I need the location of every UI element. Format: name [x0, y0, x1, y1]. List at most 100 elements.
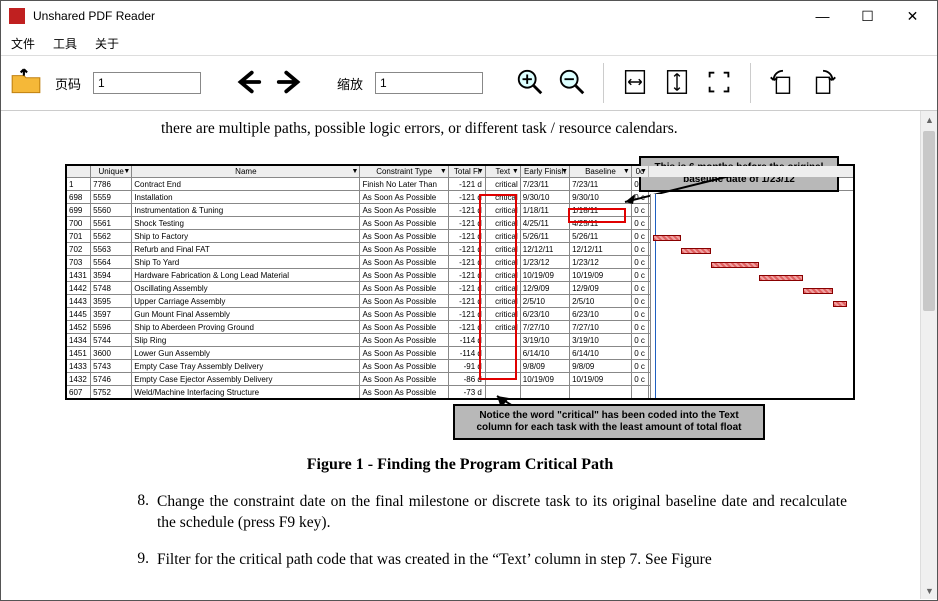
window-title: Unshared PDF Reader	[33, 9, 800, 23]
table-cell: Shock Testing	[132, 217, 360, 230]
gantt-chart-area	[650, 194, 853, 398]
table-cell: 5559	[91, 191, 132, 204]
table-cell: 0 c	[631, 217, 648, 230]
table-cell: 12/9/09	[520, 282, 569, 295]
menu-file[interactable]: 文件	[11, 35, 35, 52]
next-page-button[interactable]	[275, 67, 305, 100]
table-cell: As Soon As Possible	[360, 386, 448, 399]
vertical-scrollbar[interactable]: ▲ ▼	[920, 111, 937, 599]
table-cell: 7/23/11	[520, 178, 569, 191]
table-cell: Ship to Aberdeen Proving Ground	[132, 321, 360, 334]
scroll-down-button[interactable]: ▼	[921, 582, 937, 599]
table-cell: 0 c	[631, 334, 648, 347]
fit-height-button[interactable]	[662, 67, 692, 100]
table-cell	[631, 386, 648, 399]
open-file-button[interactable]	[9, 65, 43, 102]
gantt-bar	[711, 262, 759, 268]
rotate-right-button[interactable]	[809, 67, 839, 100]
table-cell: 0 c	[631, 256, 648, 269]
table-cell: critical	[485, 282, 520, 295]
table-cell: -121 d	[448, 204, 485, 217]
column-header[interactable]: Name▼	[132, 165, 360, 178]
fit-page-button[interactable]	[704, 67, 734, 100]
table-cell: 0 c	[631, 360, 648, 373]
prev-page-button[interactable]	[233, 67, 263, 100]
table-cell: -121 d	[448, 230, 485, 243]
table-cell	[485, 360, 520, 373]
table-cell: critical	[485, 308, 520, 321]
column-header[interactable]: Early Finish▼	[520, 165, 569, 178]
table-cell: 1434	[66, 334, 91, 347]
minimize-button[interactable]: —	[800, 2, 845, 30]
table-cell: 9/8/09	[520, 360, 569, 373]
page-input[interactable]	[93, 72, 201, 94]
scroll-up-button[interactable]: ▲	[921, 111, 937, 128]
column-header[interactable]	[66, 165, 91, 178]
table-cell: -121 d	[448, 282, 485, 295]
step-text: Filter for the critical path code that w…	[157, 550, 847, 571]
column-header[interactable]: Total Fl▼	[448, 165, 485, 178]
table-cell: 1/18/11	[520, 204, 569, 217]
table-cell: Installation	[132, 191, 360, 204]
document-viewport: there are multiple paths, possible logic…	[1, 111, 937, 599]
table-cell: Hardware Fabrication & Long Lead Materia…	[132, 269, 360, 282]
table-cell	[485, 373, 520, 386]
table-cell: 5561	[91, 217, 132, 230]
menu-about[interactable]: 关于	[95, 35, 119, 52]
table-cell: 5744	[91, 334, 132, 347]
table-cell: Ship to Factory	[132, 230, 360, 243]
table-cell: 12/12/11	[520, 243, 569, 256]
table-cell: 6/23/10	[570, 308, 632, 321]
table-cell: Instrumentation & Tuning	[132, 204, 360, 217]
table-cell: 3/19/10	[520, 334, 569, 347]
table-cell: As Soon As Possible	[360, 373, 448, 386]
table-cell: 1445	[66, 308, 91, 321]
zoom-out-button[interactable]	[557, 67, 587, 100]
table-cell: -121 d	[448, 191, 485, 204]
table-cell: As Soon As Possible	[360, 256, 448, 269]
table-cell: 3594	[91, 269, 132, 282]
scrollbar-thumb[interactable]	[923, 131, 935, 311]
table-cell: -121 d	[448, 217, 485, 230]
figure-caption: Figure 1 - Finding the Program Critical …	[1, 456, 919, 474]
table-cell: 3600	[91, 347, 132, 360]
table-cell: 9/8/09	[570, 360, 632, 373]
column-header[interactable]: Constraint Type▼	[360, 165, 448, 178]
table-cell: 12/12/11	[570, 243, 632, 256]
table-cell: 5/26/11	[520, 230, 569, 243]
zoom-in-button[interactable]	[515, 67, 545, 100]
rotate-left-button[interactable]	[767, 67, 797, 100]
column-header[interactable]: Baseline▼	[570, 165, 632, 178]
table-cell: critical	[485, 295, 520, 308]
column-header[interactable]: 0c▼	[631, 165, 648, 178]
zoom-input[interactable]	[375, 72, 483, 94]
table-cell: 0 c	[631, 295, 648, 308]
callout-bottom: Notice the word "critical" has been code…	[453, 404, 765, 440]
page-scroll[interactable]: there are multiple paths, possible logic…	[1, 111, 919, 599]
fit-width-button[interactable]	[620, 67, 650, 100]
table-cell: 0 c	[631, 230, 648, 243]
gantt-bar	[759, 275, 803, 281]
table-cell: As Soon As Possible	[360, 204, 448, 217]
table-cell: 3595	[91, 295, 132, 308]
table-cell: critical	[485, 204, 520, 217]
menu-tools[interactable]: 工具	[53, 35, 77, 52]
table-cell: 7/23/11	[570, 178, 632, 191]
close-button[interactable]: ✕	[890, 2, 935, 30]
table-cell: As Soon As Possible	[360, 347, 448, 360]
table-cell: 5/26/11	[570, 230, 632, 243]
table-cell: 0 c	[631, 321, 648, 334]
table-cell	[485, 334, 520, 347]
column-header[interactable]: Text▼	[485, 165, 520, 178]
table-cell: 1/23/12	[570, 256, 632, 269]
table-cell: 5748	[91, 282, 132, 295]
maximize-button[interactable]: ☐	[845, 2, 890, 30]
table-cell: critical	[485, 178, 520, 191]
column-header[interactable]: Unique▼	[91, 165, 132, 178]
table-cell: 10/19/09	[570, 373, 632, 386]
table-cell: critical	[485, 230, 520, 243]
table-cell: As Soon As Possible	[360, 282, 448, 295]
app-icon	[9, 8, 25, 24]
table-cell: critical	[485, 217, 520, 230]
table-cell: 6/14/10	[570, 347, 632, 360]
